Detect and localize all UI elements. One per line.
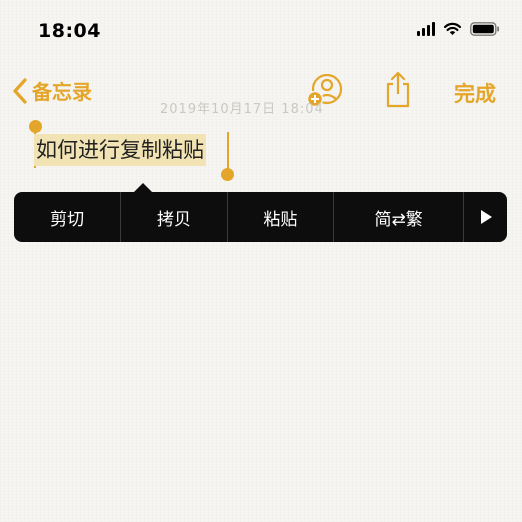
back-label: 备忘录	[32, 80, 92, 104]
copy-button[interactable]: 拷贝	[121, 192, 228, 242]
paste-button[interactable]: 粘贴	[228, 192, 335, 242]
note-body[interactable]: 如何进行复制粘贴	[34, 134, 206, 166]
share-button[interactable]	[384, 70, 412, 112]
battery-icon	[470, 22, 499, 36]
play-right-icon	[480, 210, 492, 224]
convert-chinese-button[interactable]: 简⇄繁	[334, 192, 465, 242]
done-button[interactable]: 完成	[454, 78, 496, 108]
status-icons	[417, 22, 500, 36]
selection-end-caret	[227, 132, 229, 172]
wifi-icon	[443, 22, 462, 35]
share-icon	[386, 71, 410, 108]
signal-icon	[417, 22, 435, 36]
selected-text[interactable]: 如何进行复制粘贴	[34, 134, 206, 166]
chevron-left-icon	[13, 77, 27, 104]
menu-pointer	[133, 183, 153, 193]
back-button[interactable]: 备忘录	[12, 76, 92, 105]
note-date: 2019年10月17日 18:04	[160, 102, 324, 117]
more-button[interactable]	[464, 192, 507, 242]
status-time: 18:04	[38, 20, 101, 42]
selection-end-handle[interactable]	[221, 168, 234, 181]
cut-button[interactable]: 剪切	[14, 192, 122, 242]
edit-menu: 剪切 拷贝 粘贴 简⇄繁	[14, 183, 507, 242]
